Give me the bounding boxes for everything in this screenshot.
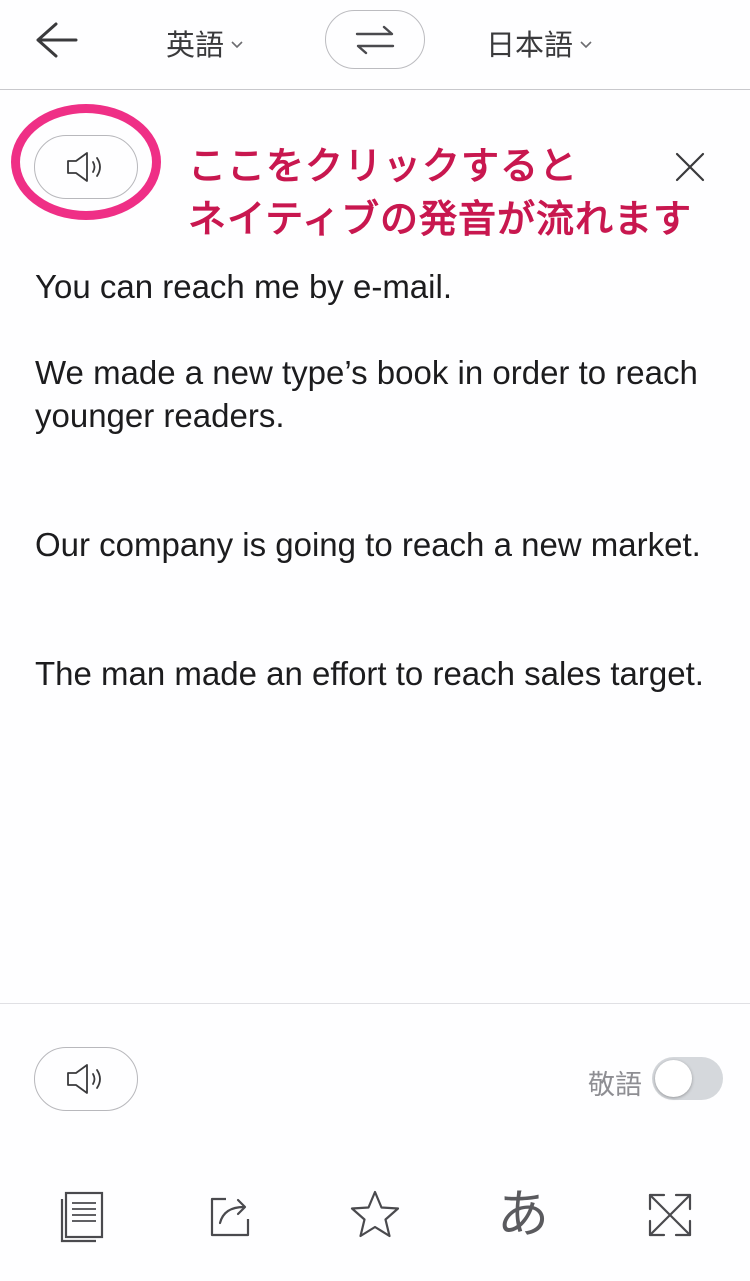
top-bar: 英語 日本語: [0, 0, 750, 90]
hiragana-icon: あ: [496, 1185, 549, 1245]
example-sentence: Our company is going to reach a new mark…: [35, 526, 701, 563]
example-sentence: You can reach me by e-mail.: [35, 268, 452, 305]
example-sentences: You can reach me by e-mail. We made a ne…: [35, 265, 725, 738]
arrow-left-icon: [36, 22, 78, 58]
annotation-highlight-circle: [11, 104, 161, 220]
star-icon: [350, 1190, 400, 1238]
share-button[interactable]: [200, 1185, 260, 1245]
back-button[interactable]: [30, 20, 82, 60]
example-sentence: We made a new type’s book in order to re…: [35, 354, 698, 434]
play-translation-audio-button[interactable]: [34, 1047, 138, 1111]
favorite-button[interactable]: [345, 1185, 405, 1245]
target-language-label: 日本語: [486, 28, 574, 62]
copy-icon: [60, 1191, 104, 1243]
toggle-knob: [655, 1060, 692, 1097]
swap-languages-button[interactable]: [325, 10, 425, 69]
close-icon: [675, 152, 705, 182]
divider: [0, 1003, 750, 1004]
chevron-down-icon: [580, 41, 592, 49]
swap-arrows-icon: [355, 25, 395, 54]
source-language-selector[interactable]: 英語: [166, 22, 244, 64]
chevron-down-icon: [231, 41, 243, 49]
source-language-label: 英語: [166, 28, 225, 62]
expand-icon: [648, 1193, 692, 1237]
fullscreen-button[interactable]: [640, 1185, 700, 1245]
annotation-line-1: ここをクリックすると: [188, 144, 579, 188]
example-sentence: The man made an effort to reach sales ta…: [35, 655, 704, 692]
keigo-toggle[interactable]: [652, 1057, 723, 1100]
annotation-line-2: ネイティブの発音が流れます: [188, 197, 692, 241]
bottom-toolbar: あ: [0, 1185, 750, 1255]
close-button[interactable]: [673, 150, 707, 184]
share-icon: [210, 1197, 250, 1237]
keigo-label: 敬語: [588, 1070, 642, 1101]
speaker-icon: [67, 1064, 101, 1094]
target-language-selector[interactable]: 日本語: [486, 22, 593, 64]
hiragana-button[interactable]: あ: [493, 1185, 553, 1245]
copy-button[interactable]: [52, 1185, 112, 1245]
annotation-text: ここをクリックすると ネイティブの発音が流れます: [188, 140, 692, 246]
